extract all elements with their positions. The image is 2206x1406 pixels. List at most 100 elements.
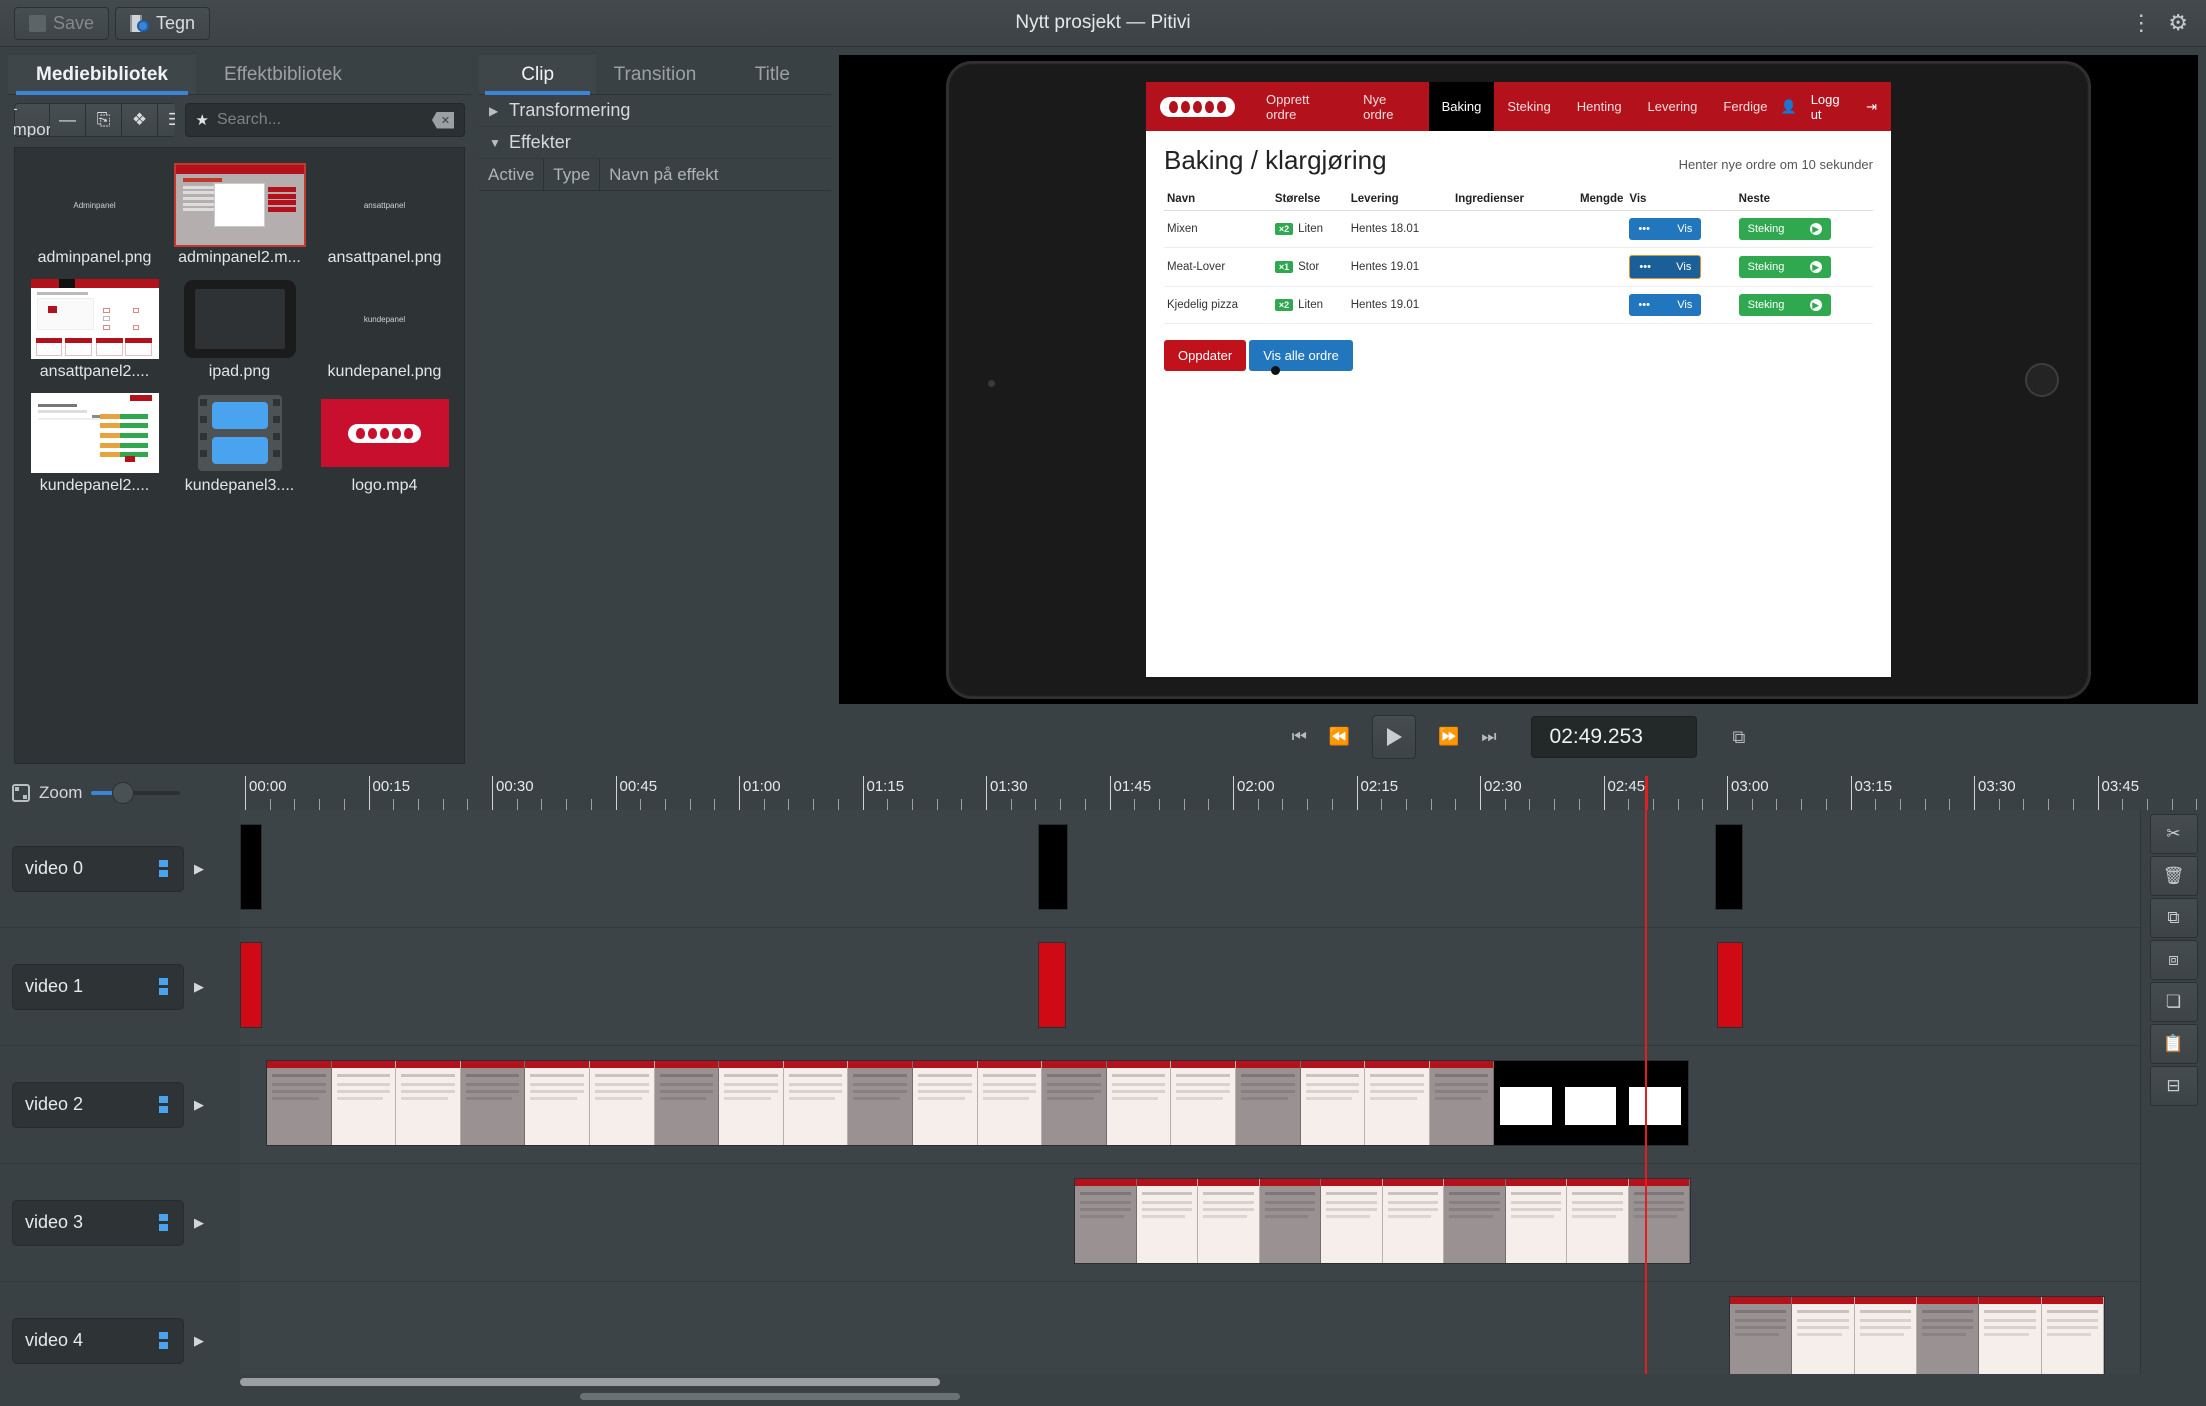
track-expander[interactable]: ▶: [194, 1215, 204, 1231]
nav-steking[interactable]: Steking: [1494, 82, 1563, 131]
vis-button[interactable]: ••• Vis: [1629, 255, 1702, 279]
timeline-clip[interactable]: [1038, 824, 1068, 910]
table-row[interactable]: Kjedelig pizza ×2 Liten Hentes 19.01 •••…: [1164, 286, 1873, 324]
column-active[interactable]: Active: [479, 159, 545, 190]
save-button[interactable]: Save: [14, 6, 110, 40]
track-button-video-1[interactable]: video 1: [12, 963, 184, 1010]
media-item-kundepanel[interactable]: kundepanel kundepanel.png: [315, 276, 454, 384]
track-button-video-0[interactable]: video 0: [12, 845, 184, 892]
neste-button[interactable]: Steking ▶: [1738, 256, 1831, 278]
import-button[interactable]: + Import: [14, 103, 56, 137]
align-clips-icon[interactable]: ⊟: [2149, 1066, 2198, 1106]
media-item-adminpanel[interactable]: Adminpanel adminpanel.png: [25, 162, 164, 270]
search-box[interactable]: ★ ✕: [184, 103, 465, 137]
skip-to-start-icon[interactable]: ⏮: [1292, 727, 1307, 747]
section-transformering[interactable]: ▶ Transformering: [479, 95, 831, 127]
user-icon[interactable]: 👤: [1781, 99, 1797, 115]
layers-icon[interactable]: ❖: [122, 103, 158, 137]
track-button-video-3[interactable]: video 3: [12, 1199, 184, 1246]
tab-transition[interactable]: Transition: [596, 55, 713, 94]
track-expander[interactable]: ▶: [194, 979, 204, 995]
remove-media-button[interactable]: —: [50, 103, 86, 137]
media-item-kundepanel2[interactable]: kundepanel2....: [25, 390, 164, 498]
bottom-scroll-strip[interactable]: [0, 1390, 2206, 1406]
track-lane-video-3[interactable]: [240, 1164, 2140, 1282]
delete-clip-icon[interactable]: 🗑: [2149, 856, 2198, 896]
track-expander[interactable]: ▶: [194, 1097, 204, 1113]
group-clips-icon[interactable]: ⧉: [2149, 898, 2198, 938]
playhead[interactable]: [1645, 810, 1647, 1374]
column-effect-name[interactable]: Navn på effekt: [600, 159, 831, 190]
oppdater-button[interactable]: Oppdater: [1164, 340, 1247, 371]
nav-nye-ordre[interactable]: Nye ordre: [1350, 82, 1429, 131]
paste-clip-icon[interactable]: 📋: [2149, 1024, 2198, 1064]
track-lane-video-4[interactable]: [240, 1282, 2140, 1374]
media-item-ansattpanel2[interactable]: ansattpanel2....: [25, 276, 164, 384]
timeline-clip[interactable]: [240, 824, 262, 910]
media-item-adminpanel2[interactable]: adminpanel2.m...: [170, 162, 309, 270]
bottom-scrollbar-thumb[interactable]: [580, 1393, 960, 1400]
tab-mediebibliotek[interactable]: Mediebibliotek: [8, 55, 196, 95]
play-icon[interactable]: [1372, 715, 1417, 759]
render-button[interactable]: Tegn: [115, 6, 211, 40]
nav-baking[interactable]: Baking: [1428, 82, 1495, 131]
clear-icon[interactable]: ✕: [432, 111, 454, 129]
undock-viewer-icon[interactable]: ⧉: [1733, 727, 1746, 748]
tab-effektbibliotek[interactable]: Effektbibliotek: [196, 55, 370, 94]
nav-henting[interactable]: Henting: [1564, 82, 1635, 131]
copy-clip-icon[interactable]: ❏: [2149, 982, 2198, 1022]
nav-opprett-ordre[interactable]: Opprett ordre: [1253, 82, 1350, 131]
timeline-clip[interactable]: [1715, 824, 1743, 910]
preview-canvas[interactable]: Opprett ordre Nye ordre Baking Steking H…: [839, 55, 2198, 704]
logout-icon[interactable]: ⇥: [1866, 99, 1877, 115]
timeline-clip[interactable]: [1717, 942, 1743, 1028]
timeline-clip[interactable]: [266, 1060, 1689, 1146]
track-lane-video-1[interactable]: [240, 928, 2140, 1046]
vertical-dots-icon[interactable]: ⋮: [2130, 12, 2152, 34]
timeline-ruler[interactable]: 00:00 00:15 00:30 00:45 01:00 01:15 01:30 01:45…: [240, 776, 2206, 810]
track-lane-video-2[interactable]: [240, 1046, 2140, 1164]
fast-forward-icon[interactable]: ⏩: [1438, 727, 1459, 747]
neste-button[interactable]: Steking ▶: [1738, 218, 1831, 240]
timecode-display[interactable]: 02:49.253: [1530, 716, 1697, 758]
vis-button[interactable]: ••• Vis: [1629, 218, 1702, 240]
rewind-icon[interactable]: ⏪: [1329, 727, 1350, 747]
media-item-logo[interactable]: logo.mp4: [315, 390, 454, 498]
media-item-ansattpanel[interactable]: ansattpanel ansattpanel.png: [315, 162, 454, 270]
track-expander[interactable]: ▶: [194, 1333, 204, 1349]
list-view-icon[interactable]: ☰: [158, 103, 175, 137]
timeline-horizontal-scrollbar[interactable]: [0, 1374, 2206, 1390]
table-row[interactable]: Mixen ×2 Liten Hentes 18.01 ••• Vis Stek…: [1164, 210, 1873, 248]
vis-button[interactable]: ••• Vis: [1629, 294, 1702, 316]
nav-levering[interactable]: Levering: [1635, 82, 1711, 131]
track-lane-video-0[interactable]: [240, 810, 2140, 928]
scrollbar-thumb[interactable]: [240, 1378, 940, 1386]
section-effekter[interactable]: ▼ Effekter: [479, 127, 831, 159]
column-type[interactable]: Type: [544, 159, 601, 190]
appco-logo-icon[interactable]: [1160, 96, 1235, 117]
media-item-kundepanel3[interactable]: kundepanel3....: [170, 390, 309, 498]
media-item-ipad[interactable]: ipad.png: [170, 276, 309, 384]
ruler-playhead[interactable]: [1645, 776, 1648, 810]
zoom-fit-icon[interactable]: [12, 784, 30, 802]
timeline-clip[interactable]: [240, 942, 262, 1028]
nav-ferdige[interactable]: Ferdige: [1710, 82, 1780, 131]
track-button-video-2[interactable]: video 2: [12, 1081, 184, 1128]
timeline-tracks[interactable]: [240, 810, 2140, 1374]
logout-label[interactable]: Logg ut: [1811, 92, 1852, 122]
track-button-video-4[interactable]: video 4: [12, 1317, 184, 1364]
gear-icon[interactable]: ⚙: [2168, 12, 2188, 34]
timeline-clip[interactable]: [1074, 1178, 1691, 1264]
skip-to-end-icon[interactable]: ⏭: [1481, 727, 1496, 747]
timeline-clip[interactable]: [1729, 1296, 2105, 1374]
search-input[interactable]: [217, 111, 424, 129]
tab-clip[interactable]: Clip: [479, 55, 597, 95]
split-clip-icon[interactable]: ✂: [2149, 814, 2198, 854]
neste-button[interactable]: Steking ▶: [1738, 294, 1831, 316]
vis-alle-ordre-button[interactable]: Vis alle ordre: [1249, 340, 1353, 375]
ungroup-clips-icon[interactable]: ⧈: [2149, 940, 2198, 980]
table-row[interactable]: Meat-Lover ×1 Stor Hentes 19.01 ••• Vis …: [1164, 247, 1873, 287]
zoom-slider[interactable]: [91, 782, 180, 804]
timeline-clip[interactable]: [1038, 942, 1066, 1028]
tab-title[interactable]: Title: [714, 55, 831, 94]
